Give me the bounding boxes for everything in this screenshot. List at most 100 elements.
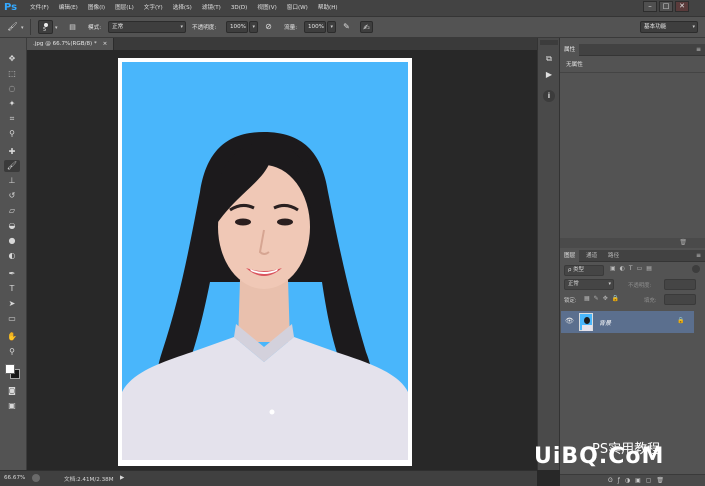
- menu-image[interactable]: 图像(I): [88, 4, 105, 13]
- menu-filter[interactable]: 滤镜(T): [202, 4, 221, 13]
- document-canvas[interactable]: [118, 58, 412, 466]
- clone-stamp-tool-icon[interactable]: ⊥: [4, 175, 20, 187]
- dock-header[interactable]: [540, 40, 558, 45]
- close-button[interactable]: ✕: [675, 1, 689, 12]
- collapsed-panel-dock: ⧉ ▶ i: [537, 38, 560, 470]
- actions-play-icon[interactable]: ▶: [542, 68, 556, 82]
- shape-tool-icon[interactable]: ▭: [4, 313, 20, 325]
- restore-button[interactable]: □: [659, 1, 673, 12]
- portrait-photo: [122, 62, 408, 460]
- eraser-tool-icon[interactable]: ▱: [4, 205, 20, 217]
- lasso-tool-icon[interactable]: ◌: [4, 83, 20, 95]
- flow-dropdown[interactable]: ▾: [327, 21, 336, 33]
- status-menu-icon[interactable]: ▶: [120, 475, 124, 481]
- color-swatches[interactable]: [4, 363, 22, 381]
- mode-select[interactable]: 正常 ▾: [108, 21, 186, 33]
- type-tool-icon[interactable]: T: [4, 283, 20, 295]
- zoom-level[interactable]: 66.67%: [4, 475, 25, 481]
- quick-select-tool-icon[interactable]: ✦: [4, 98, 20, 110]
- blur-tool-icon[interactable]: ●: [4, 235, 20, 247]
- properties-footer: 🗑: [560, 238, 705, 248]
- menu-help[interactable]: 帮助(H): [318, 4, 338, 13]
- layer-opacity-label: 不透明度:: [628, 283, 652, 289]
- layer-filter-icons[interactable]: ▣◐T▭▤: [610, 265, 656, 272]
- menu-3d[interactable]: 3D(D): [231, 4, 248, 13]
- opacity-dropdown[interactable]: ▾: [249, 21, 258, 33]
- tab-channels[interactable]: 通道: [582, 250, 601, 262]
- dodge-tool-icon[interactable]: ◐: [4, 250, 20, 262]
- menu-window[interactable]: 窗口(W): [287, 4, 308, 13]
- zoom-tool-icon[interactable]: ⚲: [4, 346, 20, 358]
- history-panel-icon[interactable]: ⧉: [542, 52, 556, 66]
- right-panels: 属性 ≡ 无属性 🗑 图层 通道 路径 ≡ ρ 类型 ▣◐T▭▤ 正常 ▾ 不透…: [560, 38, 705, 486]
- properties-panel-header: 属性 ≡: [560, 44, 705, 56]
- workspace-name: 基本功能: [644, 24, 667, 30]
- layer-footer-icons[interactable]: ʘƒ◑▣▢🗑: [608, 477, 669, 484]
- opacity-input[interactable]: 100%: [226, 21, 248, 33]
- quick-mask-icon[interactable]: ◙: [4, 385, 20, 397]
- paint-bucket-tool-icon[interactable]: ◒: [4, 220, 20, 232]
- document-tab[interactable]: .jpg @ 66.7%(RGB/8) * ×: [27, 38, 115, 50]
- menu-edit[interactable]: 编辑(E): [59, 4, 78, 13]
- tab-properties[interactable]: 属性: [560, 44, 580, 56]
- tools-panel: ✥ ⬚ ◌ ✦ ⌗ ⚲ ✚ 🖌 ⊥ ↺ ▱ ◒ ● ◐ ✒ T ➤ ▭ ✋ ⚲ …: [0, 38, 27, 470]
- chevron-down-icon[interactable]: ▾: [55, 25, 58, 31]
- healing-brush-tool-icon[interactable]: ✚: [4, 146, 20, 158]
- marquee-tool-icon[interactable]: ⬚: [4, 68, 20, 80]
- chevron-down-icon: ▾: [330, 24, 333, 30]
- filter-toggle-icon[interactable]: [692, 265, 700, 273]
- thumbnail-body: [582, 325, 592, 331]
- brush-tool-preset-icon[interactable]: 🖌: [6, 21, 19, 33]
- crop-tool-icon[interactable]: ⌗: [4, 113, 20, 125]
- tab-layers[interactable]: 图层: [560, 250, 580, 262]
- lock-label: 锁定:: [564, 298, 577, 304]
- layer-opacity-input[interactable]: [664, 279, 696, 290]
- blend-mode-select[interactable]: 正常 ▾: [564, 279, 614, 290]
- workspace-switcher[interactable]: 基本功能 ▾: [640, 21, 698, 33]
- pen-tool-icon[interactable]: ✒: [4, 268, 20, 280]
- info-icon[interactable]: i: [543, 90, 555, 102]
- document-title: .jpg @ 66.7%(RGB/8) *: [33, 41, 97, 47]
- fill-input[interactable]: [664, 294, 696, 305]
- menu-select[interactable]: 选择(S): [173, 4, 192, 13]
- airbrush-icon[interactable]: ✎: [340, 21, 353, 33]
- move-tool-icon[interactable]: ✥: [4, 53, 20, 65]
- lock-icons[interactable]: ▦✎✥🔒: [584, 295, 623, 302]
- brush-size-picker[interactable]: 5: [38, 20, 53, 34]
- eyedropper-tool-icon[interactable]: ⚲: [4, 128, 20, 140]
- hand-tool-icon[interactable]: ✋: [4, 331, 20, 343]
- pressure-size-icon[interactable]: ✍: [360, 21, 373, 33]
- panel-menu-icon[interactable]: ≡: [696, 46, 701, 53]
- opacity-label: 不透明度:: [192, 25, 217, 31]
- menu-layer[interactable]: 图层(L): [115, 4, 134, 13]
- brush-panel-toggle-icon[interactable]: ▤: [66, 21, 79, 33]
- layer-row-background[interactable]: 👁 背景 🔒: [561, 311, 694, 333]
- panel-menu-icon[interactable]: ≡: [696, 252, 701, 259]
- tab-paths[interactable]: 路径: [604, 250, 623, 262]
- layer-filter-kind[interactable]: ρ 类型: [564, 265, 604, 276]
- menu-view[interactable]: 视图(V): [257, 4, 276, 13]
- separator: [30, 19, 31, 35]
- history-brush-tool-icon[interactable]: ↺: [4, 190, 20, 202]
- flow-input[interactable]: 100%: [304, 21, 326, 33]
- status-info-icon[interactable]: [32, 474, 40, 482]
- menu-type[interactable]: 文字(Y): [144, 4, 163, 13]
- portrait-illustration: [122, 132, 408, 460]
- foreground-color-swatch[interactable]: [5, 364, 15, 374]
- screen-mode-icon[interactable]: ▣: [4, 400, 20, 412]
- canvas-area[interactable]: [27, 50, 537, 470]
- necklace-pendant: [269, 409, 275, 415]
- chevron-down-icon[interactable]: ▾: [21, 25, 24, 31]
- tab-close-icon[interactable]: ×: [103, 41, 108, 47]
- minimize-button[interactable]: –: [643, 1, 657, 12]
- pressure-opacity-icon[interactable]: ⊘: [262, 21, 275, 33]
- path-select-tool-icon[interactable]: ➤: [4, 298, 20, 310]
- menu-file[interactable]: 文件(F): [30, 4, 49, 13]
- brush-tool-icon[interactable]: 🖌: [4, 160, 20, 172]
- visibility-eye-icon[interactable]: 👁: [565, 317, 574, 325]
- right-eye: [277, 218, 293, 226]
- blend-mode-value: 正常: [568, 281, 579, 287]
- layer-thumbnail: [579, 313, 593, 331]
- layers-footer: ʘƒ◑▣▢🗑: [560, 474, 705, 486]
- trash-icon[interactable]: 🗑: [679, 239, 687, 246]
